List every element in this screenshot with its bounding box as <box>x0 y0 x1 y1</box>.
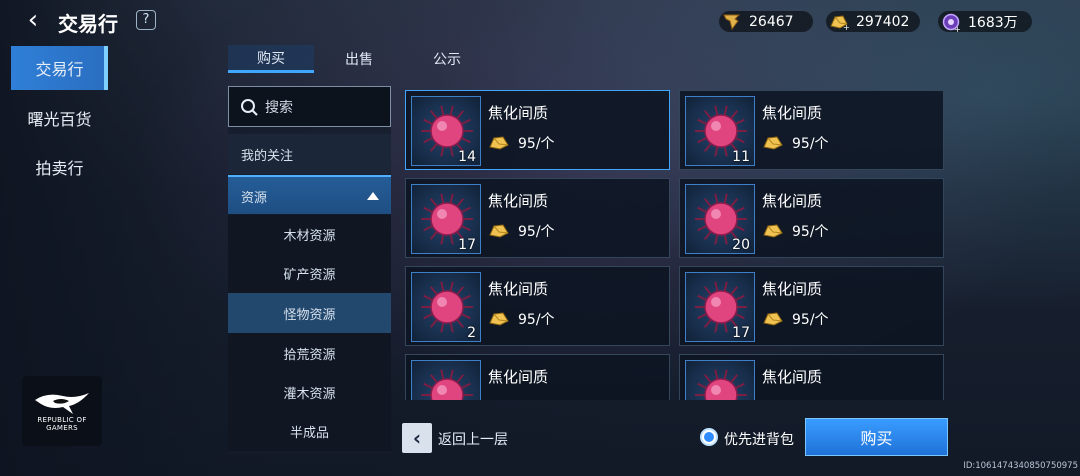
gold-ingot-icon <box>489 224 509 238</box>
subcategory-scavenge[interactable]: 拾荒资源 <box>228 333 391 373</box>
back-arrow-icon[interactable]: ‹ <box>20 6 46 34</box>
wing-token-icon <box>721 12 743 32</box>
priority-bag-label[interactable]: 优先进背包 <box>724 429 794 449</box>
gold-ingot-icon <box>763 312 783 326</box>
tab-buy[interactable]: 购买 <box>228 45 314 73</box>
gold-ingot-icon <box>489 312 509 326</box>
nav-item-trading[interactable]: 交易行 <box>11 46 108 90</box>
item-thumbnail <box>685 360 755 400</box>
currency-wing-token: 26467 <box>719 11 813 32</box>
item-card[interactable]: 14 焦化间质 95/个 <box>405 90 670 170</box>
back-level-button[interactable]: ‹ <box>402 423 432 453</box>
svg-text:+: + <box>843 23 850 30</box>
price-value: 95/个 <box>518 312 555 328</box>
item-quantity: 20 <box>732 237 750 253</box>
item-thumbnail <box>411 360 481 400</box>
item-thumbnail: 17 <box>685 272 755 342</box>
item-name: 焦化间质 <box>488 192 549 210</box>
currency-value: 26467 <box>749 13 794 30</box>
page-title: 交易行 <box>58 12 118 36</box>
item-name: 焦化间质 <box>488 368 549 386</box>
rog-eye-icon <box>35 393 89 414</box>
energy-orb-icon: + <box>940 12 962 32</box>
item-name: 焦化间质 <box>762 280 823 298</box>
category-favorites[interactable]: 我的关注 <box>228 134 391 174</box>
gold-ingot-icon: + <box>828 12 850 32</box>
rog-text-line1: REPUBLIC OF <box>37 416 87 424</box>
item-thumbnail: 11 <box>685 96 755 166</box>
nav-item-auction[interactable]: 拍卖行 <box>11 145 108 189</box>
item-thumbnail: 17 <box>411 184 481 254</box>
search-placeholder: 搜索 <box>265 99 293 116</box>
item-card[interactable]: 焦化间质 <box>679 354 944 400</box>
item-price: 95/个 <box>762 309 829 329</box>
svg-text:+: + <box>954 25 961 32</box>
item-name: 焦化间质 <box>488 104 549 122</box>
gold-ingot-icon <box>763 224 783 238</box>
item-grid: 14 焦化间质 95/个 11 焦化间质 95/个 17 焦化间质 95/个 20 焦化… <box>404 89 949 400</box>
user-id: ID:1061474340850750975 <box>963 461 1078 471</box>
item-price: 95/个 <box>762 133 829 153</box>
tab-sell[interactable]: 出售 <box>316 45 402 73</box>
search-input[interactable]: 搜索 <box>228 86 391 127</box>
currency-gold: + 297402 <box>826 11 920 32</box>
item-price: 95/个 <box>488 133 555 153</box>
subcategory-monster[interactable]: 怪物资源 <box>228 293 391 333</box>
subcategory-semi-finished[interactable]: 半成品 <box>228 411 391 451</box>
subcategory-wood[interactable]: 木材资源 <box>228 214 391 254</box>
item-price: 95/个 <box>762 221 829 241</box>
price-value: 95/个 <box>792 312 829 328</box>
item-quantity: 14 <box>458 149 476 165</box>
item-price: 95/个 <box>488 309 555 329</box>
item-name: 焦化间质 <box>488 280 549 298</box>
spiked-orb-icon <box>421 369 473 400</box>
item-thumbnail: 2 <box>411 272 481 342</box>
price-value: 95/个 <box>792 136 829 152</box>
buy-button[interactable]: 购买 <box>805 418 948 456</box>
rog-text-line2: GAMERS <box>46 424 78 432</box>
radio-dot <box>704 432 714 442</box>
item-card[interactable]: 17 焦化间质 95/个 <box>679 266 944 346</box>
item-card[interactable]: 2 焦化间质 95/个 <box>405 266 670 346</box>
currency-energy: + 1683万 <box>938 11 1032 32</box>
help-icon[interactable]: ? <box>136 10 156 30</box>
currency-value: 297402 <box>856 13 910 30</box>
price-value: 95/个 <box>518 136 555 152</box>
nav-item-department-store[interactable]: 曙光百货 <box>11 96 108 140</box>
subcategory-mineral[interactable]: 矿产资源 <box>228 253 391 293</box>
rog-logo: REPUBLIC OF GAMERS <box>22 376 102 446</box>
item-quantity: 2 <box>467 325 476 341</box>
item-name: 焦化间质 <box>762 104 823 122</box>
collapse-triangle-icon <box>367 192 379 200</box>
price-value: 95/个 <box>518 224 555 240</box>
spiked-orb-icon <box>695 369 747 400</box>
item-thumbnail: 14 <box>411 96 481 166</box>
item-thumbnail: 20 <box>685 184 755 254</box>
item-quantity: 17 <box>732 325 750 341</box>
item-card[interactable]: 20 焦化间质 95/个 <box>679 178 944 258</box>
category-resources[interactable]: 资源 <box>228 175 391 215</box>
tab-public[interactable]: 公示 <box>404 45 490 73</box>
gold-ingot-icon <box>763 136 783 150</box>
item-name: 焦化间质 <box>762 368 823 386</box>
category-resources-label: 资源 <box>241 190 268 206</box>
item-card[interactable]: 17 焦化间质 95/个 <box>405 178 670 258</box>
gold-ingot-icon <box>489 136 509 150</box>
item-price: 95/个 <box>488 221 555 241</box>
back-level-label[interactable]: 返回上一层 <box>438 429 508 449</box>
search-icon <box>241 98 258 116</box>
item-card[interactable]: 11 焦化间质 95/个 <box>679 90 944 170</box>
priority-bag-radio[interactable] <box>700 428 718 446</box>
price-value: 95/个 <box>792 224 829 240</box>
subcategory-shrub[interactable]: 灌木资源 <box>228 372 391 412</box>
currency-value: 1683万 <box>968 14 1018 31</box>
item-quantity: 11 <box>732 149 750 165</box>
item-quantity: 17 <box>458 237 476 253</box>
item-card[interactable]: 焦化间质 <box>405 354 670 400</box>
item-name: 焦化间质 <box>762 192 823 210</box>
